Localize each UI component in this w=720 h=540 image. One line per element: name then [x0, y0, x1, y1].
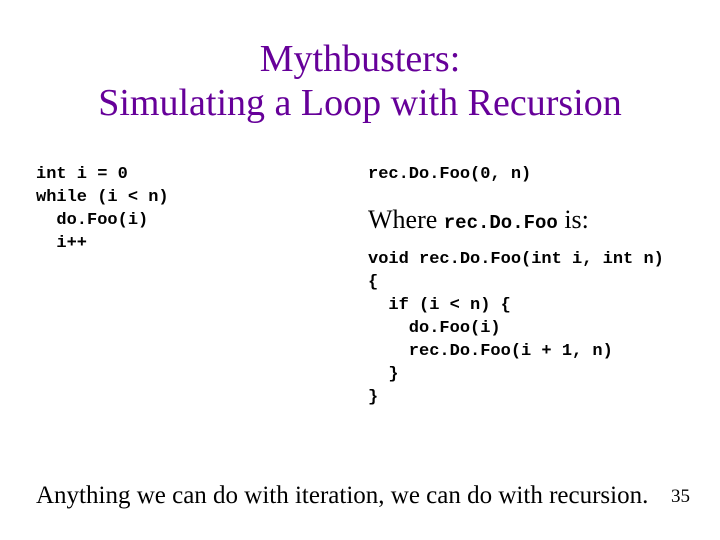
slide: Mythbusters: Simulating a Loop with Recu…	[0, 0, 720, 540]
slide-title: Mythbusters: Simulating a Loop with Recu…	[0, 38, 720, 125]
recursive-def-code: void rec.Do.Foo(int i, int n) { if (i < …	[368, 249, 684, 410]
left-column: int i = 0 while (i < n) do.Foo(i) i++	[36, 164, 360, 410]
where-prefix: Where	[368, 205, 444, 234]
title-line-1: Mythbusters:	[260, 38, 461, 80]
where-line: Where rec.Do.Foo is:	[368, 205, 684, 235]
iterative-code-block: int i = 0 while (i < n) do.Foo(i) i++	[36, 164, 360, 256]
right-column: rec.Do.Foo(0, n) Where rec.Do.Foo is: vo…	[360, 164, 684, 410]
where-suffix: is:	[558, 205, 589, 234]
where-code: rec.Do.Foo	[444, 212, 558, 234]
recursive-call-code: rec.Do.Foo(0, n)	[368, 164, 684, 187]
title-line-2: Simulating a Loop with Recursion	[98, 82, 622, 124]
content-columns: int i = 0 while (i < n) do.Foo(i) i++ re…	[36, 164, 684, 410]
bottom-statement: Anything we can do with iteration, we ca…	[36, 482, 648, 510]
page-number: 35	[671, 486, 690, 508]
